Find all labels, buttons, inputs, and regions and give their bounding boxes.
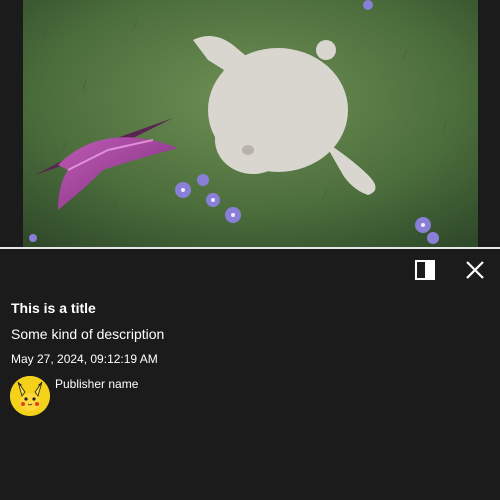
close-icon <box>464 259 486 281</box>
video-thumbnail[interactable] <box>23 0 478 247</box>
sidebar-panel-icon <box>414 259 436 281</box>
publisher-avatar[interactable] <box>10 376 50 416</box>
pikachu-avatar-icon <box>10 376 50 416</box>
media-title: This is a title <box>11 300 96 316</box>
sidebar-toggle-button[interactable] <box>414 259 436 281</box>
close-button[interactable] <box>464 259 486 281</box>
publish-timestamp: May 27, 2024, 09:12:19 AM <box>11 352 158 366</box>
media-description: Some kind of description <box>11 326 165 342</box>
panel-divider <box>0 247 500 249</box>
publisher-name[interactable]: Publisher name <box>55 377 138 391</box>
media-viewer-panel: This is a title Some kind of description… <box>0 0 500 500</box>
